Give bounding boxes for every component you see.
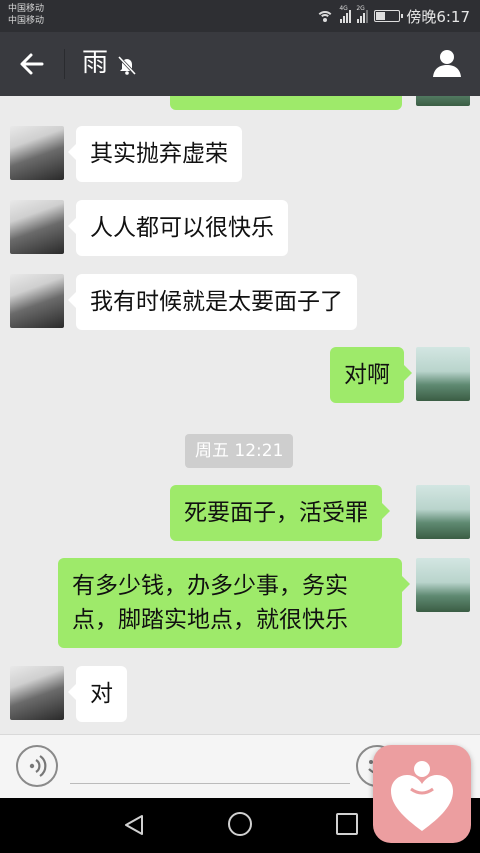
message-bubble-received[interactable]: 我有时候就是太要面子了 [68, 274, 357, 330]
chat-title: 雨 [82, 48, 109, 78]
arrow-left-icon [20, 53, 44, 75]
wifi-icon [316, 9, 335, 23]
message-bubble-received[interactable]: 对 [68, 666, 127, 722]
message-bubble-sent[interactable]: 有多少钱，办多少事，务实 点，脚踏实地点，就很快乐 [58, 558, 410, 648]
carrier-1: 中国移动 [8, 4, 45, 14]
signal-2-icon: 2G [356, 5, 369, 23]
status-bar: 中国移动 中国移动 4G 2G 傍晚6:17 [0, 0, 480, 32]
message-bubble-sent[interactable] [170, 96, 402, 110]
message-bubble-received[interactable]: 人人都可以很快乐 [68, 200, 288, 256]
my-avatar[interactable] [416, 485, 470, 539]
heart-person-icon [391, 761, 453, 831]
message-bubble-sent[interactable]: 死要面子，活受罪 [170, 485, 390, 541]
person-icon [433, 50, 461, 77]
nav-recent-button[interactable] [336, 813, 358, 835]
contact-avatar[interactable] [10, 666, 64, 720]
floating-app-button[interactable] [373, 745, 471, 843]
back-button[interactable] [12, 44, 52, 84]
contact-avatar[interactable] [10, 126, 64, 180]
my-avatar[interactable] [416, 558, 470, 612]
message-bubble-received[interactable]: 其实抛弃虚荣 [68, 126, 242, 182]
bell-off-icon [116, 54, 138, 76]
voice-icon [29, 755, 47, 777]
timestamp-divider: 周五 12:21 [185, 434, 294, 468]
my-avatar[interactable] [416, 347, 470, 401]
signal-1-icon: 4G [339, 5, 352, 23]
message-input[interactable] [70, 783, 350, 784]
battery-icon [374, 10, 404, 22]
message-line-1: 有多少钱，办多少事，务实 [72, 573, 348, 599]
my-avatar[interactable] [416, 96, 470, 106]
chat-header: 雨 [0, 32, 480, 96]
message-line-2: 点，脚踏实地点，就很快乐 [72, 607, 348, 633]
battery-fill [376, 12, 385, 20]
carrier-info: 中国移动 中国移动 [8, 3, 44, 27]
nav-back-button[interactable] [122, 813, 146, 837]
header-divider [64, 49, 65, 79]
message-bubble-sent[interactable]: 对啊 [330, 347, 412, 403]
chat-area[interactable]: 其实抛弃虚荣 人人都可以很快乐 我有时候就是太要面子了 对啊 周五 12:21 … [0, 96, 480, 734]
nav-home-button[interactable] [228, 812, 252, 836]
profile-button[interactable] [430, 46, 464, 80]
network-type-2: 2G [356, 4, 365, 12]
carrier-2: 中国移动 [8, 16, 45, 26]
network-type-1: 4G [339, 4, 348, 12]
contact-avatar[interactable] [10, 200, 64, 254]
contact-avatar[interactable] [10, 274, 64, 328]
clock: 傍晚6:17 [406, 7, 470, 26]
triangle-back-icon [125, 815, 143, 835]
voice-button[interactable] [16, 745, 58, 787]
